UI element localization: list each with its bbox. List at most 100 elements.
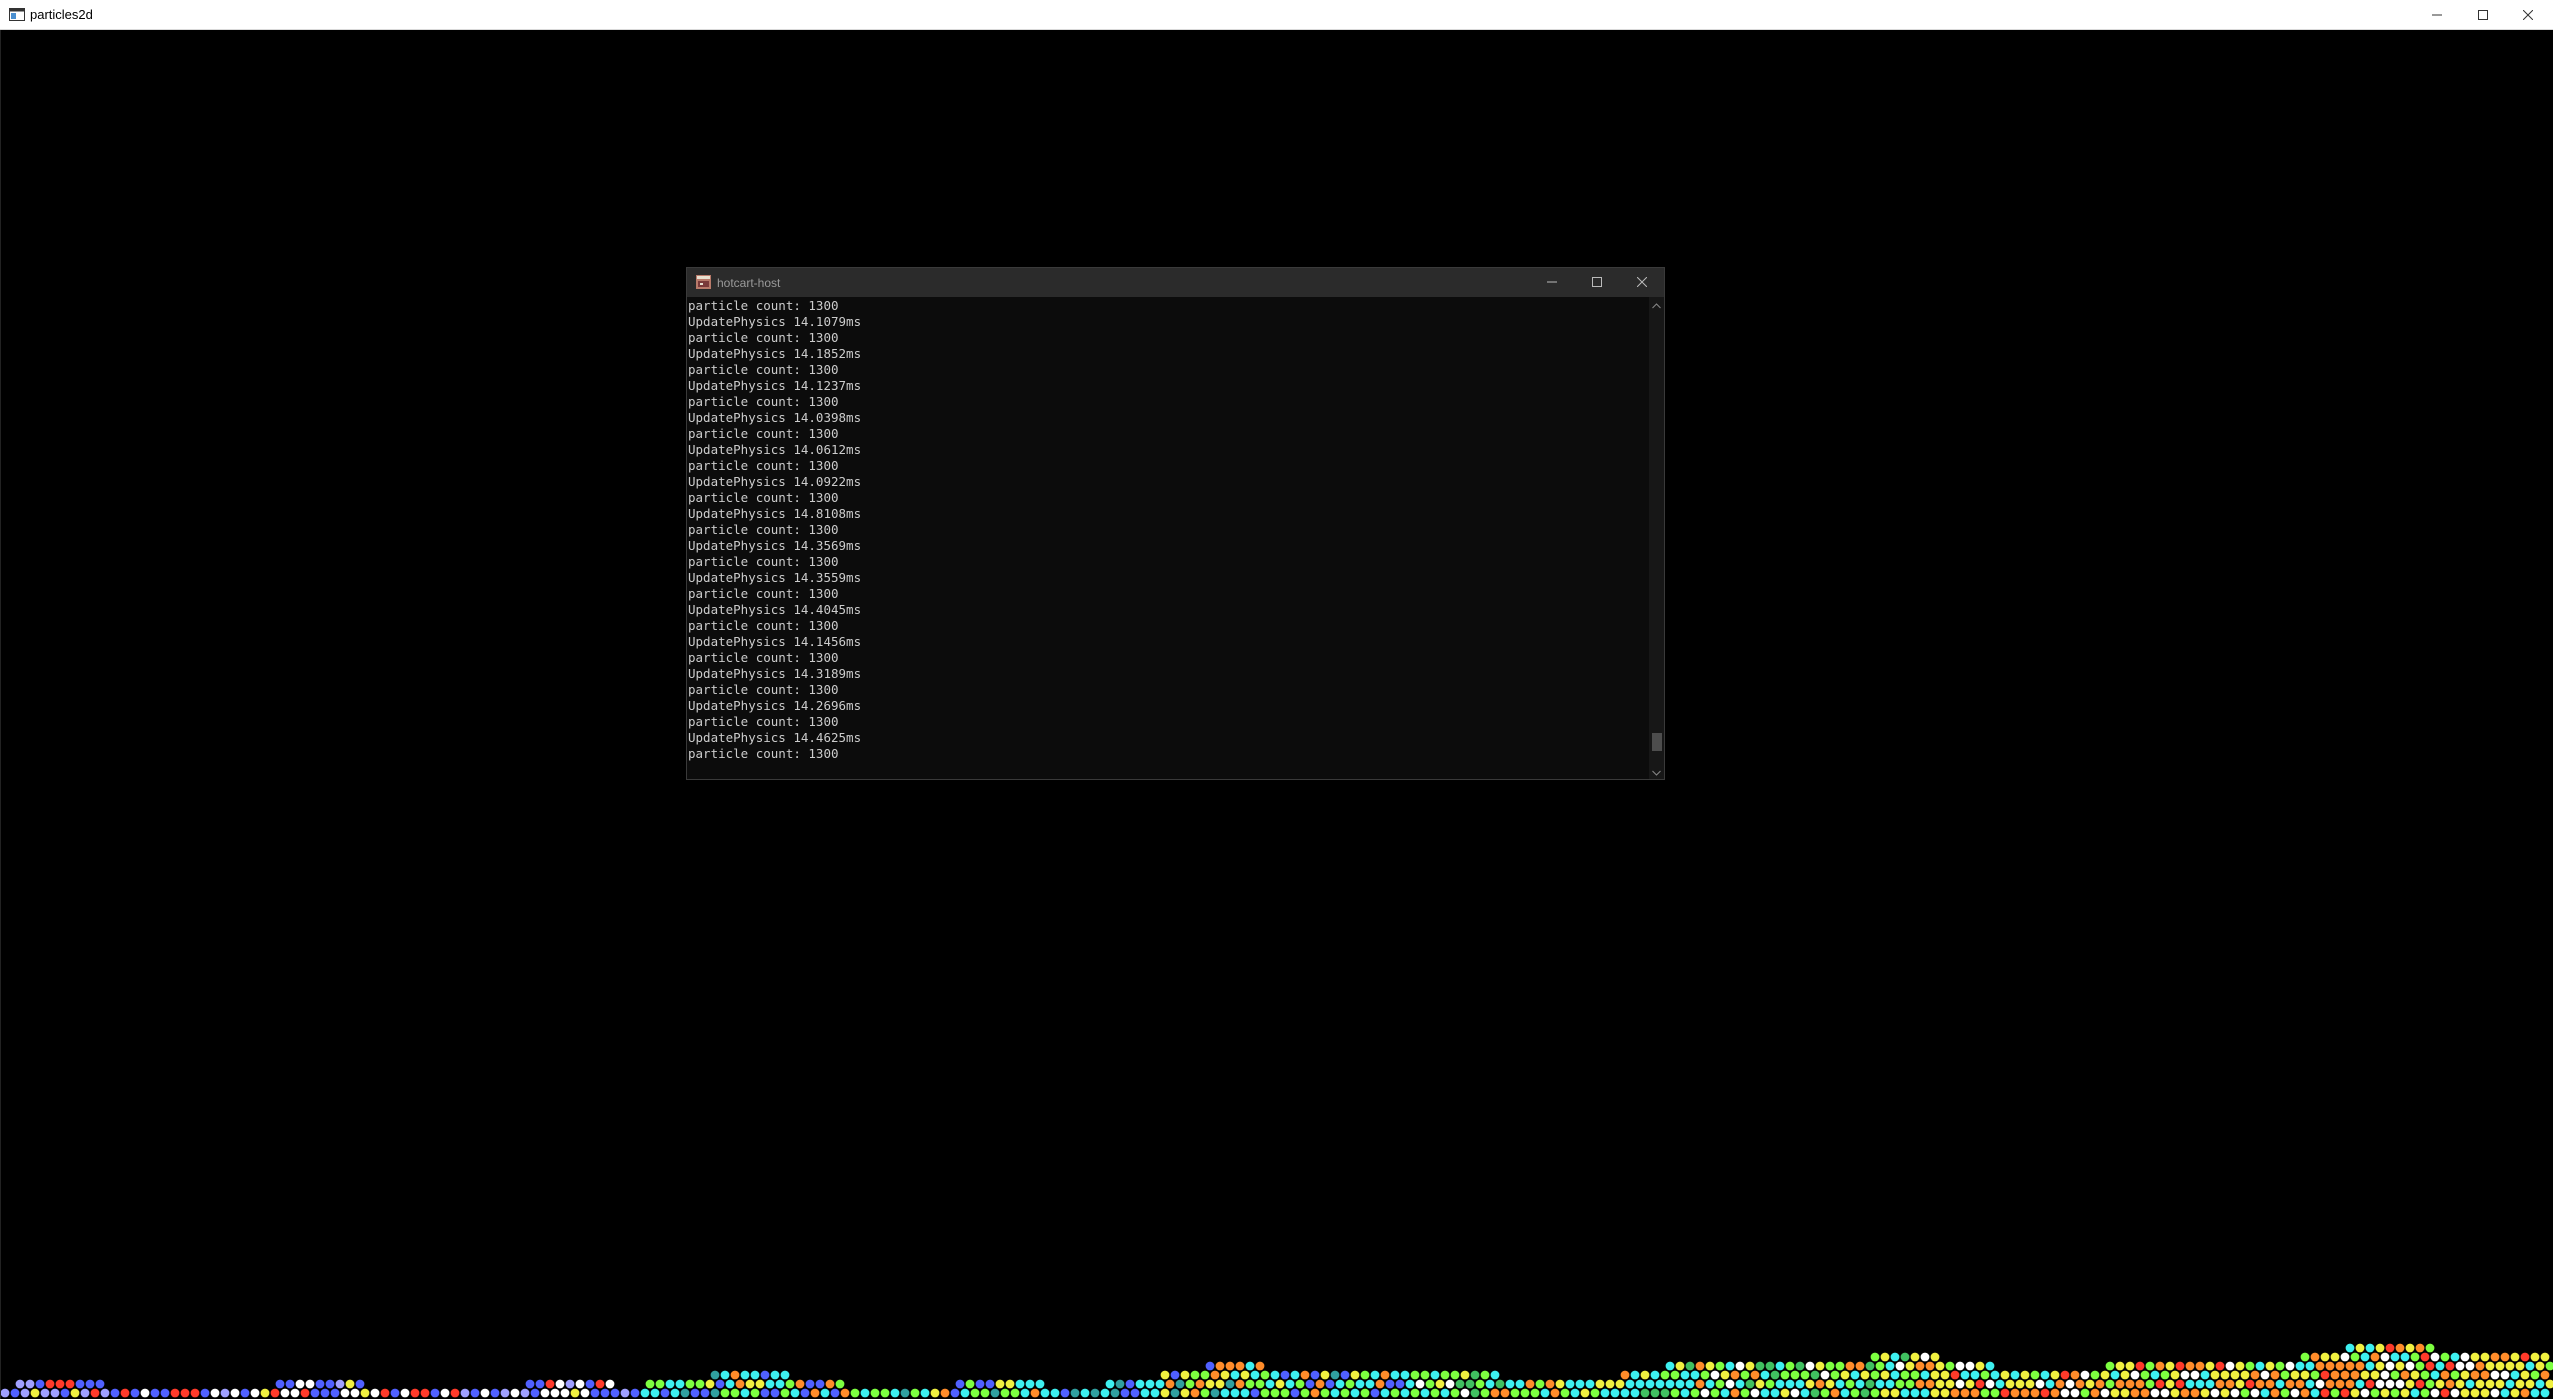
particle	[1835, 1361, 1845, 1371]
particle	[340, 1388, 350, 1398]
particle	[2260, 1388, 2270, 1398]
particle	[2315, 1361, 2325, 1371]
particle	[1885, 1379, 1895, 1389]
particle	[1285, 1379, 1295, 1389]
particle	[1180, 1388, 1190, 1398]
particle	[2520, 1352, 2530, 1362]
particle	[2510, 1352, 2520, 1362]
particle	[25, 1379, 35, 1389]
particle	[1080, 1388, 1090, 1398]
particle	[1135, 1379, 1145, 1389]
console-title-bar[interactable]: hotcart-host	[687, 268, 1664, 297]
particle	[250, 1388, 260, 1398]
particle	[1830, 1370, 1840, 1380]
console-line: UpdatePhysics 14.2696ms	[688, 698, 862, 713]
particle	[1445, 1379, 1455, 1389]
console-close-button[interactable]	[1619, 268, 1665, 297]
particle	[1025, 1379, 1035, 1389]
particle	[960, 1388, 970, 1398]
particle	[70, 1388, 80, 1398]
main-title-bar[interactable]: particles2d	[0, 0, 2553, 30]
maximize-button[interactable]	[2460, 0, 2506, 30]
console-minimize-button[interactable]	[1529, 268, 1575, 297]
minimize-button[interactable]	[2414, 0, 2460, 30]
particle	[1900, 1388, 1910, 1398]
particle	[2080, 1388, 2090, 1398]
particle	[1480, 1388, 1490, 1398]
particle	[975, 1379, 985, 1389]
particle	[2405, 1361, 2415, 1371]
particle	[430, 1388, 440, 1398]
particle	[2410, 1370, 2420, 1380]
particle	[1115, 1379, 1125, 1389]
particle	[760, 1388, 770, 1398]
particle	[1920, 1370, 1930, 1380]
particle	[1850, 1370, 1860, 1380]
particle	[1705, 1361, 1715, 1371]
particle	[1765, 1379, 1775, 1389]
particle	[2290, 1388, 2300, 1398]
particle	[2415, 1361, 2425, 1371]
particle	[2525, 1361, 2535, 1371]
console-line: particle count: 1300	[688, 746, 839, 761]
particle	[1960, 1388, 1970, 1398]
particle	[990, 1388, 1000, 1398]
particle	[55, 1379, 65, 1389]
scroll-up-button[interactable]	[1649, 297, 1664, 312]
particle	[2140, 1388, 2150, 1398]
particle	[780, 1388, 790, 1398]
particle	[2470, 1388, 2480, 1398]
close-button[interactable]	[2505, 0, 2551, 30]
particle	[1145, 1379, 1155, 1389]
particle	[2205, 1379, 2215, 1389]
particle	[2445, 1361, 2455, 1371]
particle	[1415, 1379, 1425, 1389]
particle	[2200, 1370, 2210, 1380]
particle	[1705, 1379, 1715, 1389]
particle	[1160, 1388, 1170, 1398]
particle	[15, 1379, 25, 1389]
particle	[2225, 1361, 2235, 1371]
particle	[305, 1379, 315, 1389]
particle	[2045, 1379, 2055, 1389]
scroll-thumb[interactable]	[1652, 732, 1662, 751]
particle	[1470, 1370, 1480, 1380]
console-output[interactable]: particle count: 1300 UpdatePhysics 14.107…	[687, 297, 1649, 779]
particle	[1650, 1388, 1660, 1398]
particle	[2395, 1361, 2405, 1371]
particle	[1630, 1388, 1640, 1398]
particle	[1930, 1370, 1940, 1380]
scroll-down-button[interactable]	[1649, 764, 1664, 779]
particle	[1925, 1361, 1935, 1371]
console-maximize-button[interactable]	[1574, 268, 1620, 297]
particle	[590, 1388, 600, 1398]
particle	[2310, 1388, 2320, 1398]
particle	[1495, 1379, 1505, 1389]
particle	[1440, 1388, 1450, 1398]
particle	[1900, 1352, 1910, 1362]
particle	[2165, 1361, 2175, 1371]
console-scrollbar[interactable]	[1649, 297, 1664, 779]
window-title: particles2d	[30, 7, 93, 22]
particle	[1815, 1379, 1825, 1389]
particle	[2310, 1370, 2320, 1380]
particle	[2435, 1379, 2445, 1389]
particle	[1450, 1388, 1460, 1398]
particle	[2320, 1370, 2330, 1380]
particle	[1355, 1379, 1365, 1389]
particle	[2185, 1379, 2195, 1389]
particle	[2305, 1379, 2315, 1389]
particle	[260, 1388, 270, 1398]
particle	[1185, 1379, 1195, 1389]
particle	[1935, 1379, 1945, 1389]
particle	[370, 1388, 380, 1398]
particle	[1330, 1370, 1340, 1380]
particle	[840, 1388, 850, 1398]
particle	[550, 1388, 560, 1398]
particle	[1865, 1379, 1875, 1389]
particle	[1500, 1388, 1510, 1398]
console-line: particle count: 1300	[688, 714, 839, 729]
particle	[2210, 1388, 2220, 1398]
particle	[1565, 1379, 1575, 1389]
particle	[490, 1388, 500, 1398]
